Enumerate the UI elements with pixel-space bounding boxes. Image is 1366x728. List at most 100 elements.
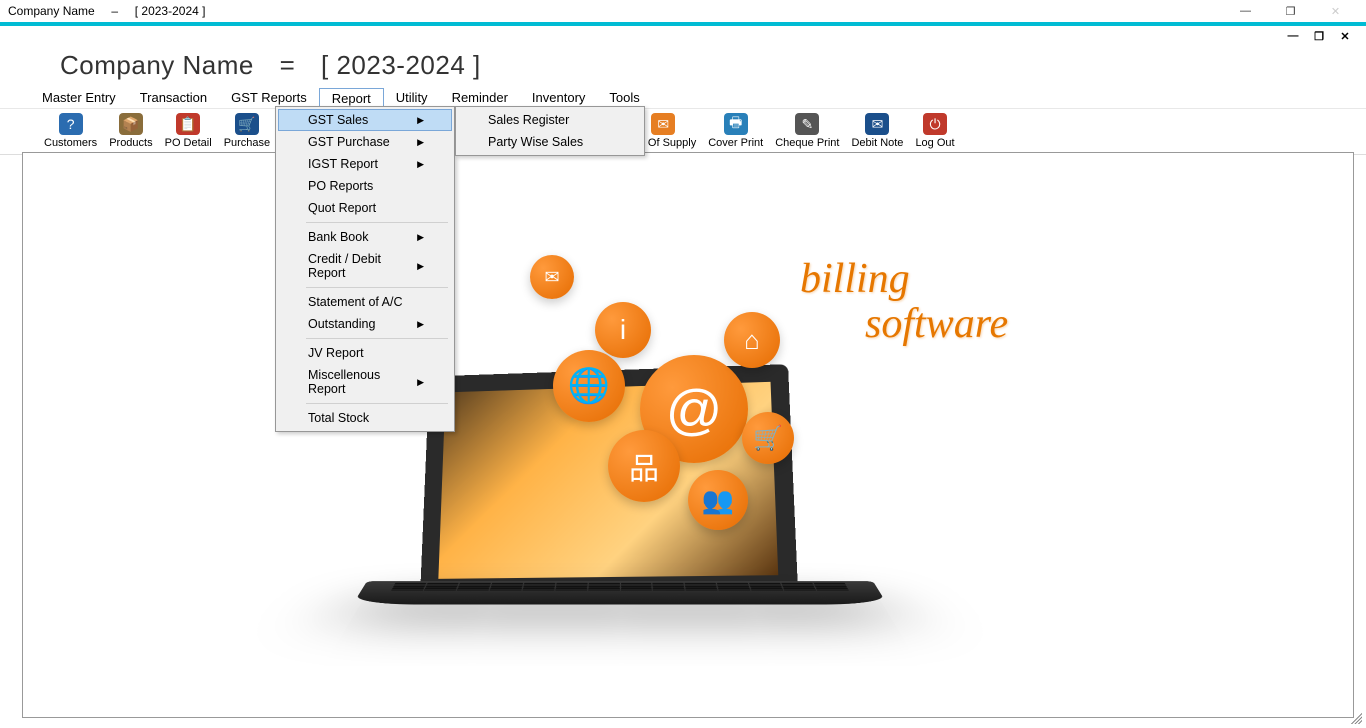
- dropdown-label: GST Purchase: [308, 135, 390, 149]
- dropdown-label: Miscellenous Report: [308, 368, 417, 396]
- minimize-button[interactable]: —: [1223, 1, 1268, 21]
- chevron-right-icon: ▶: [417, 115, 424, 126]
- dropdown-label: GST Sales: [308, 113, 368, 127]
- mdi-minimize-button[interactable]: —: [1282, 28, 1304, 44]
- purchase-icon: 🛒: [235, 113, 259, 135]
- dropdown-outstanding[interactable]: Outstanding ▶: [278, 313, 452, 335]
- dropdown-statement-of-a-c[interactable]: Statement of A/C: [278, 291, 452, 313]
- menu-transaction[interactable]: Transaction: [128, 88, 219, 107]
- maximize-button[interactable]: ❐: [1268, 1, 1313, 21]
- toolbar-label: PO Detail: [165, 137, 212, 149]
- toolbar: ?Customers📦Products📋PO Detail🛒Purchase✉B…: [0, 109, 1366, 155]
- brand-line1: billing: [800, 255, 910, 303]
- toolbar-cheque-print[interactable]: ✎ Cheque Print: [769, 113, 845, 149]
- gst-sales-submenu[interactable]: Sales RegisterParty Wise Sales: [455, 106, 645, 156]
- toolbar-debit-note[interactable]: ✉ Debit Note: [845, 113, 909, 149]
- laptop-keyboard: [360, 581, 880, 592]
- mdi-restore-button[interactable]: ❐: [1308, 28, 1330, 44]
- titlebar-period: [ 2023-2024 ]: [135, 4, 206, 18]
- close-button[interactable]: ✕: [1313, 1, 1358, 21]
- dropdown-bank-book[interactable]: Bank Book ▶: [278, 226, 452, 248]
- customers-icon: ?: [59, 113, 83, 135]
- dropdown-label: Quot Report: [308, 201, 376, 215]
- toolbar-label: Customers: [44, 137, 97, 149]
- dropdown-igst-report[interactable]: IGST Report ▶: [278, 153, 452, 175]
- dropdown-gst-purchase[interactable]: GST Purchase ▶: [278, 131, 452, 153]
- resize-grip-icon[interactable]: [1348, 710, 1362, 724]
- menu-master-entry[interactable]: Master Entry: [30, 88, 128, 107]
- toolbar-label: Products: [109, 137, 152, 149]
- menu-utility[interactable]: Utility: [384, 88, 440, 107]
- page-header: Company Name = [ 2023-2024 ]: [0, 46, 1366, 87]
- titlebar-company: Company Name: [8, 4, 95, 18]
- toolbar-label: Log Out: [915, 137, 954, 149]
- mdi-close-button[interactable]: ✕: [1334, 28, 1356, 44]
- dropdown-label: Statement of A/C: [308, 295, 403, 309]
- submenu-party-wise-sales[interactable]: Party Wise Sales: [458, 131, 642, 153]
- toolbar-customers[interactable]: ? Customers: [38, 113, 103, 149]
- info-bubble-icon: i: [595, 302, 651, 358]
- dropdown-label: Outstanding: [308, 317, 375, 331]
- menu-reminder[interactable]: Reminder: [440, 88, 520, 107]
- toolbar-label: Debit Note: [851, 137, 903, 149]
- cheque-print-icon: ✎: [795, 113, 819, 135]
- menu-tools[interactable]: Tools: [597, 88, 651, 107]
- dropdown-credit-debit-report[interactable]: Credit / Debit Report▶: [278, 248, 452, 284]
- debit-note-icon: ✉: [865, 113, 889, 135]
- dropdown-gst-sales[interactable]: GST Sales ▶: [278, 109, 452, 131]
- toolbar-products[interactable]: 📦 Products: [103, 113, 158, 149]
- menu-gst-reports[interactable]: GST Reports: [219, 88, 319, 107]
- network-bubble-icon: 品: [608, 430, 680, 502]
- dropdown-separator: [306, 287, 448, 288]
- dropdown-miscellenous-report[interactable]: Miscellenous Report▶: [278, 364, 452, 400]
- dropdown-po-reports[interactable]: PO Reports: [278, 175, 452, 197]
- dropdown-label: IGST Report: [308, 157, 378, 171]
- sms-bubble-icon: ✉: [530, 255, 574, 299]
- toolbar-cover-print[interactable]: 🖶Cover Print: [702, 113, 769, 149]
- toolbar-po-detail[interactable]: 📋 PO Detail: [159, 113, 218, 149]
- dropdown-label: Total Stock: [308, 411, 369, 425]
- chevron-right-icon: ▶: [417, 137, 424, 148]
- titlebar-text: Company Name – [ 2023-2024 ]: [8, 4, 1223, 18]
- toolbar-label: Cheque Print: [775, 137, 839, 149]
- cart-bubble-icon: 🛒: [742, 412, 794, 464]
- menu-inventory[interactable]: Inventory: [520, 88, 597, 107]
- globe-bubble-icon: 🌐: [553, 350, 625, 422]
- cover-print-icon: 🖶: [724, 113, 748, 135]
- users-bubble-icon: 👥: [688, 470, 748, 530]
- dropdown-separator: [306, 222, 448, 223]
- dropdown-label: Credit / Debit Report: [308, 252, 417, 280]
- chevron-right-icon: ▶: [417, 261, 424, 272]
- brand-line2: software: [865, 300, 1008, 348]
- chevron-right-icon: ▶: [417, 232, 424, 243]
- po-detail-icon: 📋: [176, 113, 200, 135]
- logout-icon: ⏻: [923, 113, 947, 135]
- chevron-right-icon: ▶: [417, 319, 424, 330]
- dropdown-label: JV Report: [308, 346, 364, 360]
- toolbar-label: Purchase: [224, 137, 270, 149]
- titlebar-sep: –: [111, 4, 118, 18]
- dropdown-total-stock[interactable]: Total Stock: [278, 407, 452, 429]
- products-icon: 📦: [119, 113, 143, 135]
- report-dropdown[interactable]: GST Sales ▶ GST Purchase ▶ IGST Report ▶ PO Re…: [275, 106, 455, 432]
- window-titlebar: Company Name – [ 2023-2024 ] — ❐ ✕: [0, 0, 1366, 22]
- menu-report[interactable]: Report: [319, 88, 384, 108]
- chevron-right-icon: ▶: [417, 377, 424, 388]
- chevron-right-icon: ▶: [417, 159, 424, 170]
- dropdown-quot-report[interactable]: Quot Report: [278, 197, 452, 219]
- toolbar-log-out[interactable]: ⏻ Log Out: [909, 113, 960, 149]
- dropdown-separator: [306, 403, 448, 404]
- bill-icon: ✉: [651, 113, 675, 135]
- dropdown-label: PO Reports: [308, 179, 373, 193]
- header-period: [ 2023-2024 ]: [321, 50, 481, 80]
- dropdown-jv-report[interactable]: JV Report: [278, 342, 452, 364]
- mdi-controls: — ❐ ✕: [0, 26, 1366, 46]
- laptop-base: [353, 581, 888, 604]
- toolbar-purchase[interactable]: 🛒 Purchase: [218, 113, 276, 149]
- submenu-sales-register[interactable]: Sales Register: [458, 109, 642, 131]
- header-company: Company Name: [60, 50, 254, 80]
- header-eq: =: [280, 50, 296, 80]
- dropdown-label: Bank Book: [308, 230, 368, 244]
- dropdown-separator: [306, 338, 448, 339]
- home-bubble-icon: ⌂: [724, 312, 780, 368]
